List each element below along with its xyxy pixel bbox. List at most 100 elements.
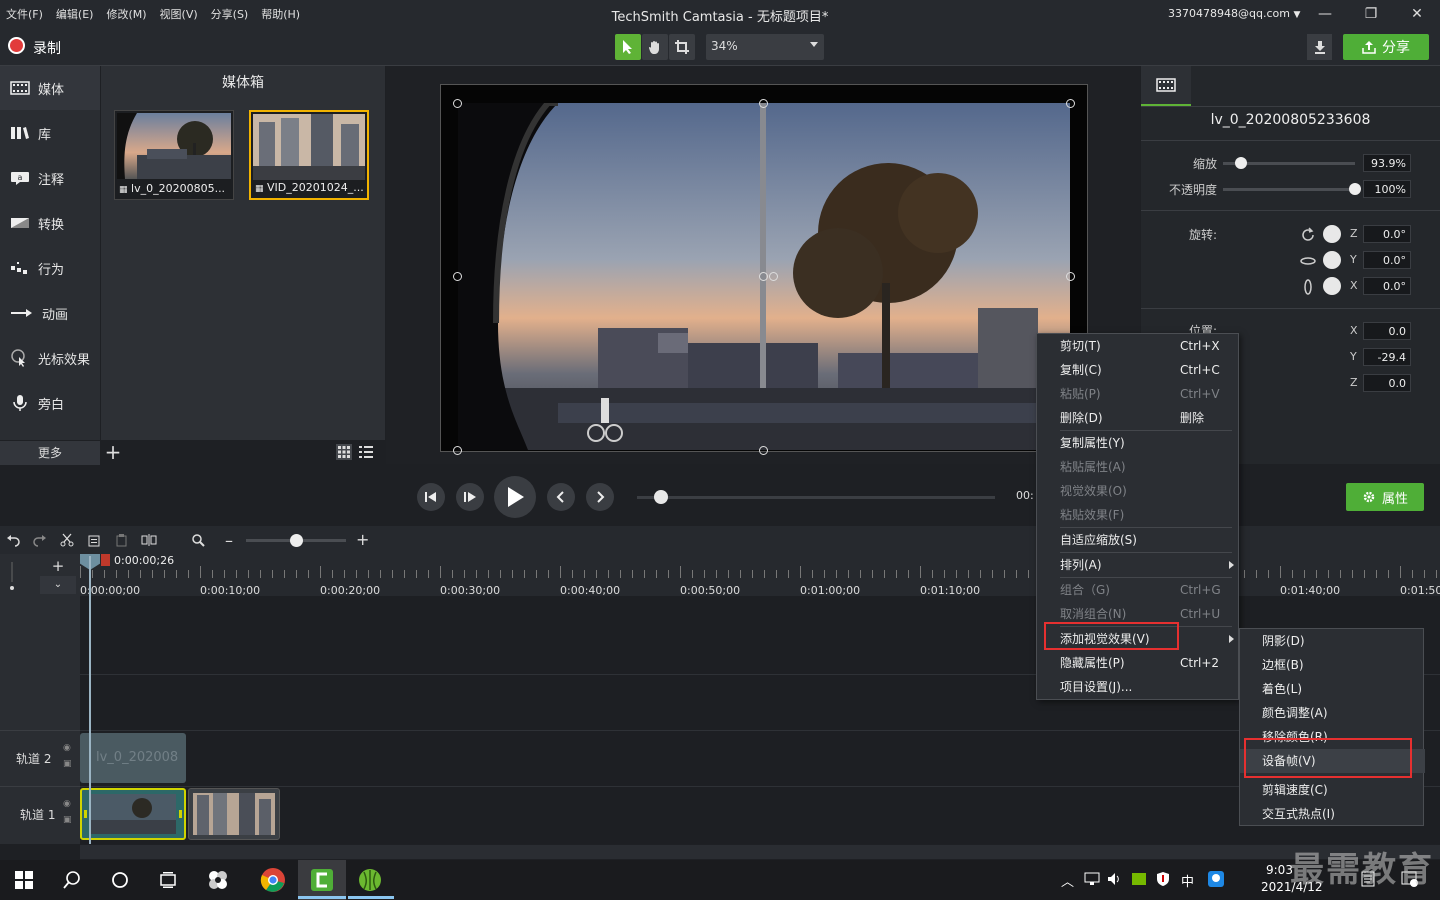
task-view-icon[interactable] xyxy=(158,870,178,890)
context-menu-item[interactable]: 排列(A) xyxy=(1037,553,1240,577)
share-button[interactable]: 分享 xyxy=(1343,34,1429,60)
eye-icon[interactable]: ◉ xyxy=(63,799,71,809)
lock-icon[interactable]: ▣ xyxy=(63,815,72,825)
green-app-icon[interactable] xyxy=(357,867,383,893)
qq-icon[interactable] xyxy=(1207,870,1225,888)
track-1-clip[interactable] xyxy=(188,788,280,840)
resize-handle[interactable] xyxy=(759,99,768,108)
scale-field[interactable]: 93.9% xyxy=(1363,154,1411,172)
track-1-clip-selected[interactable] xyxy=(80,788,186,840)
rotation-x-knob[interactable] xyxy=(1323,277,1341,295)
rotate-handle[interactable] xyxy=(769,272,778,281)
track-2-clip[interactable]: lv_0_202008 xyxy=(80,733,186,783)
resize-handle[interactable] xyxy=(1066,99,1075,108)
chrome-icon[interactable] xyxy=(260,867,286,893)
zoom-out-icon[interactable]: – xyxy=(225,531,233,550)
play-button[interactable] xyxy=(494,476,536,518)
record-button[interactable]: 录制 xyxy=(33,38,61,58)
tab-visual-properties[interactable] xyxy=(1141,66,1191,106)
context-menu-item[interactable]: 删除(D) 删除 xyxy=(1037,406,1240,430)
media-thumbnail[interactable]: ▦ lv_0_20200805... xyxy=(114,110,234,200)
context-menu-item[interactable]: 剪切(T) Ctrl+X xyxy=(1037,334,1240,358)
more-button[interactable]: 更多 xyxy=(0,441,100,465)
media-thumbnail-selected[interactable]: ▦ VID_20201024_... xyxy=(249,110,369,200)
grid-view-icon[interactable] xyxy=(336,444,352,460)
close-icon[interactable]: ✕ xyxy=(1407,4,1427,24)
resize-handle[interactable] xyxy=(453,446,462,455)
sidebar-item-behaviors[interactable]: 行为 xyxy=(0,246,100,290)
crop-tool-button[interactable] xyxy=(669,34,695,60)
record-icon[interactable] xyxy=(8,37,25,54)
nvidia-icon[interactable] xyxy=(1131,872,1147,886)
submenu-item[interactable]: 边框(B) xyxy=(1240,653,1425,677)
timeline-zoom-knob[interactable] xyxy=(290,534,303,547)
eye-icon[interactable]: ◉ xyxy=(63,743,71,753)
context-menu-item[interactable]: 视觉效果(O) xyxy=(1037,479,1240,503)
resize-handle[interactable] xyxy=(453,272,462,281)
undo-icon[interactable] xyxy=(6,533,20,547)
list-view-icon[interactable] xyxy=(358,444,374,460)
sidebar-item-animations[interactable]: 动画 xyxy=(0,291,100,335)
add-icon[interactable]: + xyxy=(102,441,124,465)
opacity-field[interactable]: 100% xyxy=(1363,180,1411,198)
sidebar-item-annotations[interactable]: a 注释 xyxy=(0,156,100,200)
track-header[interactable]: 轨道 1 ◉ ▣ xyxy=(0,786,80,838)
rotation-z-knob[interactable] xyxy=(1323,225,1341,243)
position-x-field[interactable]: 0.0 xyxy=(1363,322,1411,340)
rotation-y-field[interactable]: 0.0° xyxy=(1363,251,1411,269)
pan-tool-button[interactable] xyxy=(642,34,668,60)
position-y-field[interactable]: -29.4 xyxy=(1363,348,1411,366)
rotation-x-field[interactable]: 0.0° xyxy=(1363,277,1411,295)
timeline-scrollbar[interactable] xyxy=(80,845,1440,859)
windows-start-icon[interactable] xyxy=(14,870,34,890)
scrub-knob[interactable] xyxy=(654,490,668,504)
rotation-y-knob[interactable] xyxy=(1323,251,1341,269)
properties-button[interactable]: 属性 xyxy=(1346,483,1424,511)
zoom-in-icon[interactable]: + xyxy=(356,530,369,549)
sidebar-item-voice-narration[interactable]: 旁白 xyxy=(0,381,100,425)
sidebar-item-transitions[interactable]: 转换 xyxy=(0,201,100,245)
sidebar-item-media[interactable]: 媒体 xyxy=(0,66,100,110)
cortana-icon[interactable] xyxy=(110,870,130,890)
select-tool-button[interactable] xyxy=(615,34,641,60)
minimize-icon[interactable]: — xyxy=(1315,4,1335,24)
context-menu-item[interactable]: 粘贴属性(A) xyxy=(1037,455,1240,479)
zoom-icon[interactable] xyxy=(191,533,205,547)
network-icon[interactable] xyxy=(1084,872,1100,886)
search-icon[interactable] xyxy=(62,870,82,890)
submenu-item[interactable]: 剪辑速度(C) xyxy=(1240,778,1425,802)
cut-icon[interactable] xyxy=(60,533,74,547)
sidebar-item-library[interactable]: 库 xyxy=(0,111,100,155)
track-height-icon[interactable] xyxy=(8,560,22,590)
ime-indicator[interactable]: 中 xyxy=(1181,871,1194,890)
zoom-select[interactable]: 34% xyxy=(706,34,824,60)
step-forward-button[interactable] xyxy=(456,483,484,511)
context-menu-item[interactable]: 隐藏属性(P) Ctrl+2 xyxy=(1037,651,1240,675)
playhead-end-marker[interactable] xyxy=(101,554,110,566)
submenu-item[interactable]: 着色(L) xyxy=(1240,677,1425,701)
context-menu-item[interactable]: 组合（G) Ctrl+G xyxy=(1037,578,1240,602)
context-menu-item[interactable]: 复制属性(Y) xyxy=(1037,431,1240,455)
context-menu-item[interactable]: 项目设置(J)... xyxy=(1037,675,1240,699)
position-z-field[interactable]: 0.0 xyxy=(1363,374,1411,392)
volume-icon[interactable] xyxy=(1107,872,1123,886)
rotation-z-field[interactable]: 0.0° xyxy=(1363,225,1411,243)
maximize-icon[interactable]: ❐ xyxy=(1361,4,1381,24)
add-track-icon[interactable]: + xyxy=(40,557,76,575)
lock-icon[interactable]: ▣ xyxy=(63,759,72,769)
context-menu-item[interactable]: 自适应缩放(S) xyxy=(1037,528,1240,552)
track-header[interactable]: 轨道 2 ◉ ▣ xyxy=(0,730,80,782)
chevron-up-icon[interactable]: ︿ xyxy=(1061,871,1074,890)
submenu-item[interactable]: 阴影(D) xyxy=(1240,629,1425,653)
scrub-track[interactable] xyxy=(637,496,995,499)
chevron-down-icon[interactable]: ⌄ xyxy=(40,576,76,594)
next-button[interactable] xyxy=(586,483,614,511)
context-menu-item[interactable]: 复制(C) Ctrl+C xyxy=(1037,358,1240,382)
sidebar-item-cursor-effects[interactable]: 光标效果 xyxy=(0,336,100,380)
redo-icon[interactable] xyxy=(33,533,47,547)
submenu-item[interactable]: 颜色调整(A) xyxy=(1240,701,1425,725)
app-pinwheel-icon[interactable] xyxy=(206,868,230,892)
security-icon[interactable] xyxy=(1155,871,1171,887)
opacity-slider-knob[interactable] xyxy=(1349,183,1361,195)
context-menu-item[interactable]: 粘贴效果(F) xyxy=(1037,503,1240,527)
